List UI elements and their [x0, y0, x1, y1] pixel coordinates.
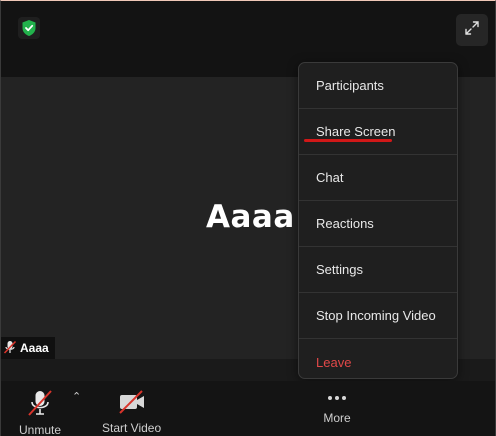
fullscreen-button[interactable] — [456, 14, 488, 46]
menu-item-share-screen[interactable]: Share Screen — [299, 109, 457, 155]
annotation-underline — [304, 139, 392, 142]
menu-item-label: Chat — [316, 170, 344, 185]
mic-off-icon — [3, 340, 17, 357]
menu-item-label: Reactions — [316, 216, 374, 231]
menu-item-chat[interactable]: Chat — [299, 155, 457, 201]
menu-item-reactions[interactable]: Reactions — [299, 201, 457, 247]
menu-item-label: Settings — [316, 262, 363, 277]
meeting-window: Aaaa Aaaa Participants Share Screen Chat… — [0, 0, 496, 436]
start-video-label: Start Video — [102, 421, 162, 435]
expand-icon — [464, 20, 480, 41]
shield-check-icon[interactable] — [18, 17, 40, 39]
start-video-button[interactable]: Start Video — [102, 389, 161, 435]
participant-name-tag: Aaaa — [1, 337, 55, 359]
unmute-button[interactable]: Unmute — [19, 389, 61, 436]
menu-item-label: Stop Incoming Video — [316, 308, 436, 323]
more-button[interactable]: More — [322, 391, 352, 425]
menu-item-label: Leave — [316, 354, 352, 370]
ellipsis-icon — [322, 391, 352, 408]
video-off-icon — [117, 389, 147, 418]
mic-off-icon — [25, 389, 55, 420]
menu-item-label: Share Screen — [316, 124, 396, 139]
name-tag-label: Aaaa — [20, 341, 49, 355]
caret-up-icon[interactable]: ⌃ — [72, 390, 81, 403]
participant-name: Aaaa — [206, 199, 295, 235]
menu-item-label: Participants — [316, 78, 384, 93]
menu-item-settings[interactable]: Settings — [299, 247, 457, 293]
menu-item-participants[interactable]: Participants — [299, 63, 457, 109]
meeting-toolbar: Unmute ⌃ Start Video More — [1, 381, 495, 436]
menu-item-stop-incoming-video[interactable]: Stop Incoming Video — [299, 293, 457, 339]
menu-item-leave[interactable]: Leave — [299, 339, 457, 385]
unmute-label: Unmute — [19, 423, 62, 436]
more-menu: Participants Share Screen Chat Reactions… — [298, 62, 458, 379]
more-label: More — [323, 411, 351, 425]
